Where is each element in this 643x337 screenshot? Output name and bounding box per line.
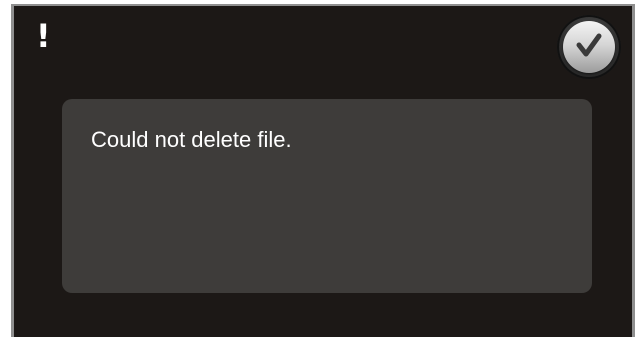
check-icon — [576, 33, 602, 57]
message-panel: Could not delete file. — [62, 99, 592, 293]
confirm-button-face[interactable] — [563, 21, 615, 73]
error-dialog: ! Could not delete file. — [11, 4, 635, 337]
confirm-button[interactable] — [557, 15, 621, 79]
exclamation-icon: ! — [36, 17, 51, 55]
error-message: Could not delete file. — [91, 127, 292, 152]
